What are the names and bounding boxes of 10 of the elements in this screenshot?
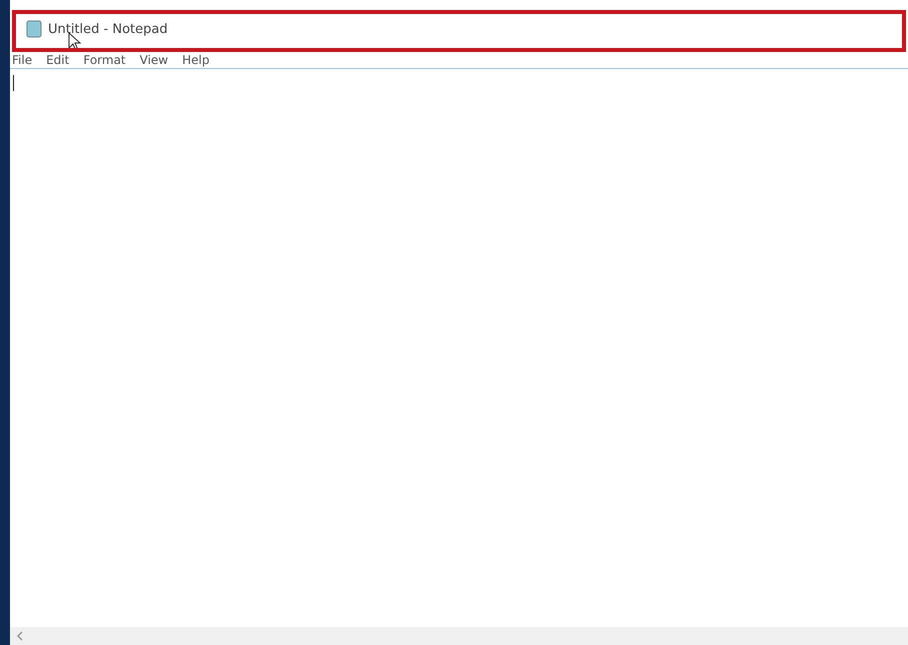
menu-item[interactable]: Edit [46, 54, 70, 66]
scroll-left-icon[interactable] [16, 631, 24, 641]
horizontal-scrollbar[interactable] [10, 627, 908, 645]
window-title: Untitled - Notepad [48, 22, 168, 36]
menu-item[interactable]: Format [83, 54, 126, 66]
menu-item[interactable]: View [140, 54, 168, 66]
notepad-icon [26, 20, 42, 38]
menu-item[interactable]: Help [182, 54, 210, 66]
menu-item[interactable]: File [12, 54, 32, 66]
text-caret [13, 75, 14, 91]
